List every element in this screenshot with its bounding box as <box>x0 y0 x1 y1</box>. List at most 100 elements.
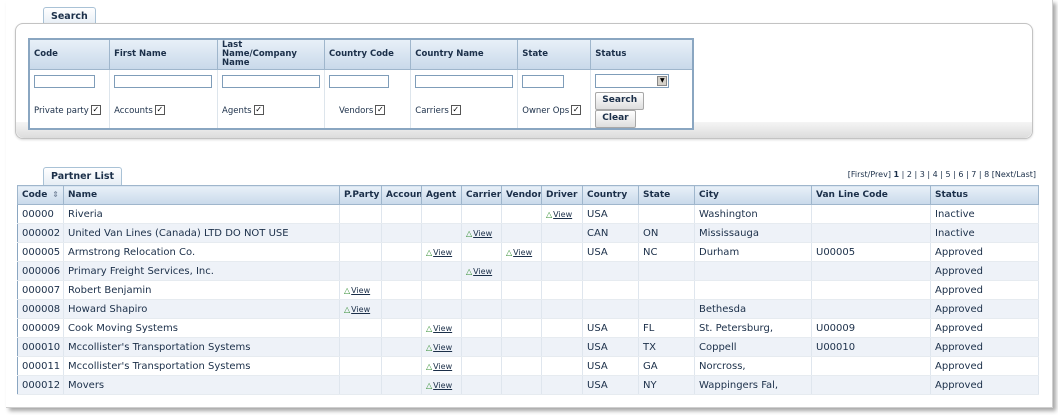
cell-name: United Van Lines (Canada) LTD DO NOT USE <box>63 223 340 243</box>
search-form: Code First Name Last Name/Company Name C… <box>28 38 694 130</box>
carriers-checkbox[interactable]: ✓ <box>450 104 461 115</box>
cell-code: 000002 <box>17 223 64 243</box>
col-country[interactable]: Country <box>582 185 639 205</box>
col-agent[interactable]: Agent <box>421 185 462 205</box>
cell-country: USA <box>582 242 639 262</box>
triangle-icon: △ <box>506 247 513 257</box>
view-pparty-link[interactable]: View <box>351 305 370 314</box>
sort-icon[interactable]: ⇕ <box>52 190 59 199</box>
cell-country: CAN <box>582 223 639 243</box>
state-input[interactable] <box>522 74 565 88</box>
view-pparty-link[interactable]: View <box>351 286 370 295</box>
country-name-input[interactable] <box>415 74 514 88</box>
table-row[interactable]: 000010 Mccollister's Transportation Syste… <box>17 337 1039 357</box>
pager-first-prev[interactable]: [First/Prev] <box>848 170 891 179</box>
table-row[interactable]: 000008 Howard Shapiro △View Bethesda Approve… <box>17 299 1039 319</box>
owner-ops-checkbox[interactable]: ✓ <box>571 104 582 115</box>
col-code[interactable]: Code ⇕ <box>17 185 64 205</box>
cell-vendor: △View <box>501 242 542 262</box>
col-name[interactable]: Name <box>63 185 340 205</box>
header-status: Status <box>590 39 694 70</box>
cell-state <box>638 280 695 300</box>
tab-partner-list[interactable]: Partner List <box>43 167 123 185</box>
triangle-icon: △ <box>466 266 473 276</box>
pager-page-3[interactable]: 3 <box>920 170 925 179</box>
col-pparty[interactable]: P.Party <box>339 185 382 205</box>
cell-state: NC <box>638 242 695 262</box>
table-row[interactable]: 000006 Primary Freight Services, Inc. △Vie… <box>17 261 1039 281</box>
col-status[interactable]: Status <box>930 185 1039 205</box>
table-row[interactable]: 000002 United Van Lines (Canada) LTD DO N… <box>17 223 1039 243</box>
code-input[interactable] <box>34 74 95 88</box>
view-carrier-link[interactable]: View <box>473 267 492 276</box>
cell-vendor <box>501 223 542 243</box>
owner-ops-label: Owner Ops <box>522 105 570 116</box>
chevron-down-icon[interactable]: ▼ <box>657 76 668 86</box>
country-code-input[interactable] <box>329 74 390 88</box>
view-agent-link[interactable]: View <box>433 381 452 390</box>
pager-page-1[interactable]: 1 <box>894 170 900 179</box>
agents-checkbox[interactable]: ✓ <box>253 104 264 115</box>
cell-city: Mississauga <box>694 223 812 243</box>
pager-page-2[interactable]: 2 <box>907 170 912 179</box>
cell-van-line-code <box>811 375 931 395</box>
first-name-input[interactable] <box>114 74 213 88</box>
pager-page-8[interactable]: 8 <box>984 170 989 179</box>
header-last-name: Last Name/Company Name <box>217 39 326 70</box>
view-driver-link[interactable]: View <box>553 210 572 219</box>
col-driver[interactable]: Driver <box>541 185 583 205</box>
pager-page-6[interactable]: 6 <box>958 170 963 179</box>
cell-country: USA <box>582 204 639 224</box>
private-party-checkbox[interactable]: ✓ <box>90 104 101 115</box>
table-row[interactable]: 000007 Robert Benjamin △View Approved <box>17 280 1039 300</box>
col-carrier[interactable]: Carrier <box>461 185 502 205</box>
table-row[interactable]: 00000 Riveria △View USA Washington Inactive <box>17 204 1039 224</box>
cell-code: 00000 <box>17 204 64 224</box>
col-account[interactable]: Account <box>381 185 422 205</box>
col-city[interactable]: City <box>694 185 812 205</box>
table-row[interactable]: 000011 Mccollister's Transportation Syste… <box>17 356 1039 376</box>
cell-driver <box>541 223 583 243</box>
cell-carrier <box>461 204 502 224</box>
col-vendor[interactable]: Vendor <box>501 185 542 205</box>
cell-agent <box>421 223 462 243</box>
accounts-label: Accounts <box>114 105 153 116</box>
col-state[interactable]: State <box>638 185 695 205</box>
pager-next-last[interactable]: [Next/Last] <box>992 170 1036 179</box>
table-row[interactable]: 000005 Armstrong Relocation Co. △View △View… <box>17 242 1039 262</box>
triangle-icon: △ <box>344 304 351 314</box>
cell-vendor <box>501 280 542 300</box>
pager-page-5[interactable]: 5 <box>945 170 950 179</box>
cell-status: Approved <box>930 375 1039 395</box>
view-agent-link[interactable]: View <box>433 248 452 257</box>
cell-name: Cook Moving Systems <box>63 318 340 338</box>
vendors-checkbox[interactable]: ✓ <box>375 104 386 115</box>
view-agent-link[interactable]: View <box>433 343 452 352</box>
pager-page-7[interactable]: 7 <box>971 170 976 179</box>
cell-name: Mccollister's Transportation Systems <box>63 356 340 376</box>
view-agent-link[interactable]: View <box>433 362 452 371</box>
view-vendor-link[interactable]: View <box>513 248 532 257</box>
cell-carrier: △View <box>461 223 502 243</box>
view-carrier-link[interactable]: View <box>473 229 492 238</box>
cell-carrier: △View <box>461 261 502 281</box>
cell-van-line-code <box>811 204 931 224</box>
cell-account <box>381 318 422 338</box>
last-name-input[interactable] <box>222 74 321 88</box>
accounts-checkbox[interactable]: ✓ <box>154 104 165 115</box>
cell-city: Bethesda <box>694 299 812 319</box>
cell-account <box>381 223 422 243</box>
search-button[interactable]: Search <box>595 92 645 110</box>
cell-name: Mccollister's Transportation Systems <box>63 337 340 357</box>
cell-carrier <box>461 242 502 262</box>
col-van-line-code[interactable]: Van Line Code <box>811 185 931 205</box>
cell-account <box>381 261 422 281</box>
table-row[interactable]: 000009 Cook Moving Systems △View USA FL St. P… <box>17 318 1039 338</box>
view-agent-link[interactable]: View <box>433 324 452 333</box>
clear-button[interactable]: Clear <box>595 110 636 128</box>
table-row[interactable]: 000012 Movers △View USA NY Wappingers Fal, App… <box>17 375 1039 395</box>
pager-page-4[interactable]: 4 <box>933 170 938 179</box>
status-select[interactable]: ▼ <box>595 74 670 88</box>
cell-van-line-code: U00009 <box>811 318 931 338</box>
header-country-code: Country Code <box>324 39 412 70</box>
